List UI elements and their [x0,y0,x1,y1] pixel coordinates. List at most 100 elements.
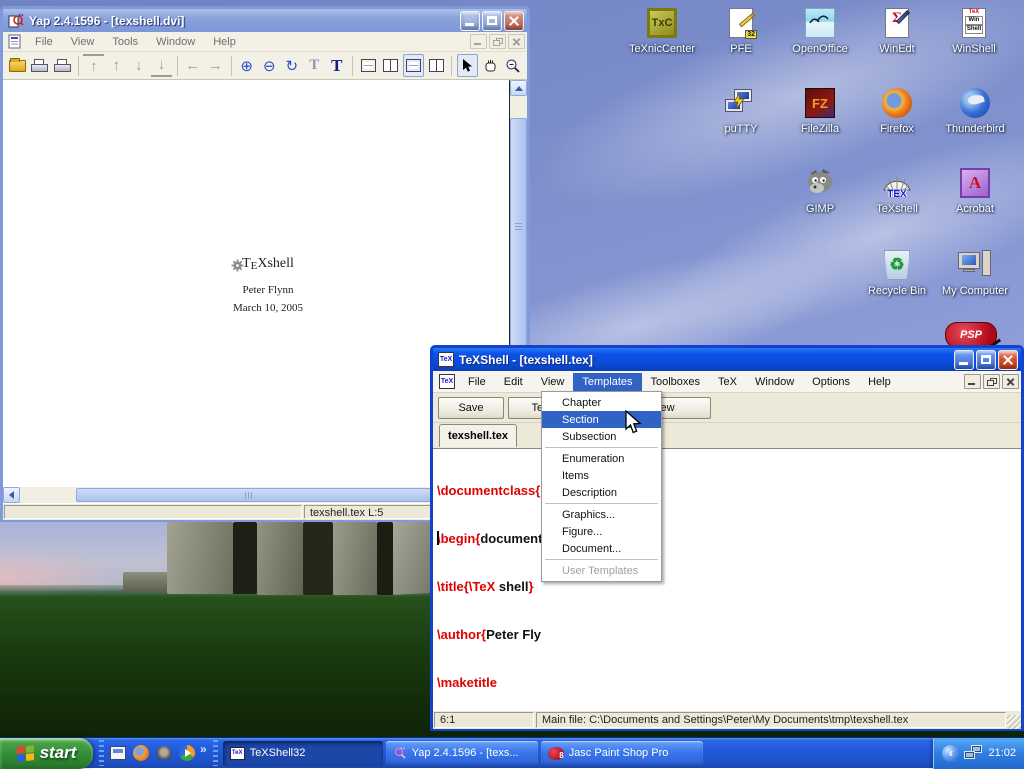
mdi-close-button[interactable] [1002,374,1019,389]
yap-menu-help[interactable]: Help [204,33,245,51]
menu-item-document[interactable]: Document... [542,540,661,557]
desktop-icon-firefox[interactable]: Firefox [859,86,935,135]
window-icon[interactable] [108,744,127,763]
code-segment: \maketitle [437,675,497,690]
save-button[interactable]: Save [438,397,504,419]
menu-help[interactable]: Help [859,373,900,391]
mdi-restore-button[interactable] [983,374,1000,389]
tray-collapse-button[interactable]: ‹ [942,745,959,762]
scroll-left-button[interactable] [3,487,20,503]
taskbar-button-texshell32[interactable]: TeX TeXShell32 [223,741,383,766]
yap-menu-tools[interactable]: Tools [103,33,147,51]
menu-tex[interactable]: TeX [709,373,746,391]
minimize-button[interactable] [460,11,480,31]
quick-launch-overflow[interactable]: » [200,742,207,756]
firefox-icon[interactable] [131,744,150,763]
maximize-button[interactable] [482,11,502,31]
maximize-button[interactable] [976,350,996,370]
desktop-icon-gimp[interactable]: GIMP [782,166,858,215]
menu-item-graphics[interactable]: Graphics... [542,506,661,523]
desktop-icon-recycle-bin[interactable]: ♻ Recycle Bin [859,248,935,297]
desktop-icon-texshell[interactable]: TEX TeXshell [859,166,935,215]
desktop-icon-winedt[interactable]: Σ WinEdt [859,6,935,55]
close-button[interactable] [998,350,1018,370]
first-page-button[interactable]: ↑ [83,54,104,77]
taskbar-button-paint-shop-pro[interactable]: 8 Jasc Paint Shop Pro [541,741,703,766]
menu-edit[interactable]: Edit [495,373,532,391]
code-editor[interactable]: \documentclass{ \begin{document} \title{… [433,448,1021,710]
desktop-icon-my-computer[interactable]: My Computer [937,248,1013,297]
desktop-icon-texniccenter[interactable]: TxC TeXnicCenter [624,6,700,55]
yap-menu-file[interactable]: File [26,33,62,51]
magnifier-tool-button[interactable] [503,54,524,77]
print-button[interactable] [30,54,51,77]
mdi-close-button[interactable] [508,34,525,49]
windows-flag-icon [17,745,34,762]
continuous-page-button[interactable] [403,54,424,77]
zoom-in-button[interactable]: ⊕ [236,54,257,77]
previous-page-button[interactable]: ↑ [106,54,127,77]
gimp-icon[interactable] [154,744,173,763]
refresh-button[interactable]: ↻ [282,54,303,77]
mdi-minimize-button[interactable] [470,34,487,49]
mdi-restore-button[interactable] [489,34,506,49]
menu-item-items[interactable]: Items [542,467,661,484]
scrollbar-thumb[interactable] [76,488,436,502]
menu-item-description[interactable]: Description [542,484,661,501]
tab-texshell-tex[interactable]: texshell.tex [439,424,517,447]
menu-window[interactable]: Window [746,373,803,391]
yap-menu-view[interactable]: View [62,33,104,51]
desktop-icon-openoffice[interactable]: OpenOffice [782,6,858,55]
network-icon[interactable] [964,745,983,761]
start-button[interactable]: start [0,738,93,769]
single-page-button[interactable] [358,54,379,77]
next-page-button[interactable]: ↓ [129,54,150,77]
texshell-statusbar: 6:1 Main file: C:\Documents and Settings… [433,710,1021,729]
scrollbar-thumb[interactable] [510,118,527,346]
yap-titlebar[interactable]: Yap 2.4.1596 - [texshell.dvi] [0,6,530,32]
desktop-icon-acrobat[interactable]: A Acrobat [937,166,1013,215]
close-button[interactable] [504,11,524,31]
yap-app-icon [393,747,407,760]
desktop-icon-label: WinShell [936,43,1012,55]
media-player-icon[interactable] [177,744,196,763]
pan-tool-button[interactable] [480,54,501,77]
zoom-out-button[interactable]: ⊖ [259,54,280,77]
texshell-titlebar[interactable]: TeX TeXShell - [texshell.tex] [430,345,1024,371]
menu-item-chapter[interactable]: Chapter [542,394,661,411]
menu-separator [545,503,658,504]
desktop-icon-pfe[interactable]: 32 PFE [703,6,779,55]
menu-item-section[interactable]: Section [542,411,661,428]
mdi-minimize-button[interactable] [964,374,981,389]
menu-view[interactable]: View [532,373,574,391]
desktop-icon-filezilla[interactable]: FZ FileZilla [782,86,858,135]
minimize-button[interactable] [954,350,974,370]
continuous-facing-button[interactable] [426,54,447,77]
menu-item-subsection[interactable]: Subsection [542,428,661,445]
menu-file[interactable]: File [459,373,495,391]
desktop-icon-winshell[interactable]: TeX Win Shell WinShell [936,6,1012,55]
menu-item-enumeration[interactable]: Enumeration [542,450,661,467]
taskbar-clock[interactable]: 21:02 [988,747,1016,759]
facing-pages-button[interactable] [381,54,402,77]
code-segment: shell [499,579,529,594]
text-ruler-button[interactable]: T [304,54,325,77]
menu-toolboxes[interactable]: Toolboxes [642,373,710,391]
open-file-button[interactable] [7,54,28,77]
menu-item-figure[interactable]: Figure... [542,523,661,540]
desktop-icon-putty[interactable]: puTTY [703,86,779,135]
last-page-button[interactable]: ↓ [151,54,172,77]
back-button[interactable]: ← [183,54,204,77]
taskbar-button-yap[interactable]: Yap 2.4.1596 - [texs... [386,741,538,766]
forward-button[interactable]: → [205,54,226,77]
menu-options[interactable]: Options [803,373,859,391]
recycle-bin-icon: ♻ [884,250,910,280]
select-tool-button[interactable] [457,54,478,77]
menu-templates[interactable]: Templates [573,373,641,391]
text-mode-button[interactable]: T [327,54,348,77]
resize-grip[interactable] [1007,715,1021,729]
print-setup-button[interactable] [52,54,73,77]
scroll-up-button[interactable] [510,80,527,96]
desktop-icon-thunderbird[interactable]: Thunderbird [937,86,1013,135]
yap-menu-window[interactable]: Window [147,33,204,51]
